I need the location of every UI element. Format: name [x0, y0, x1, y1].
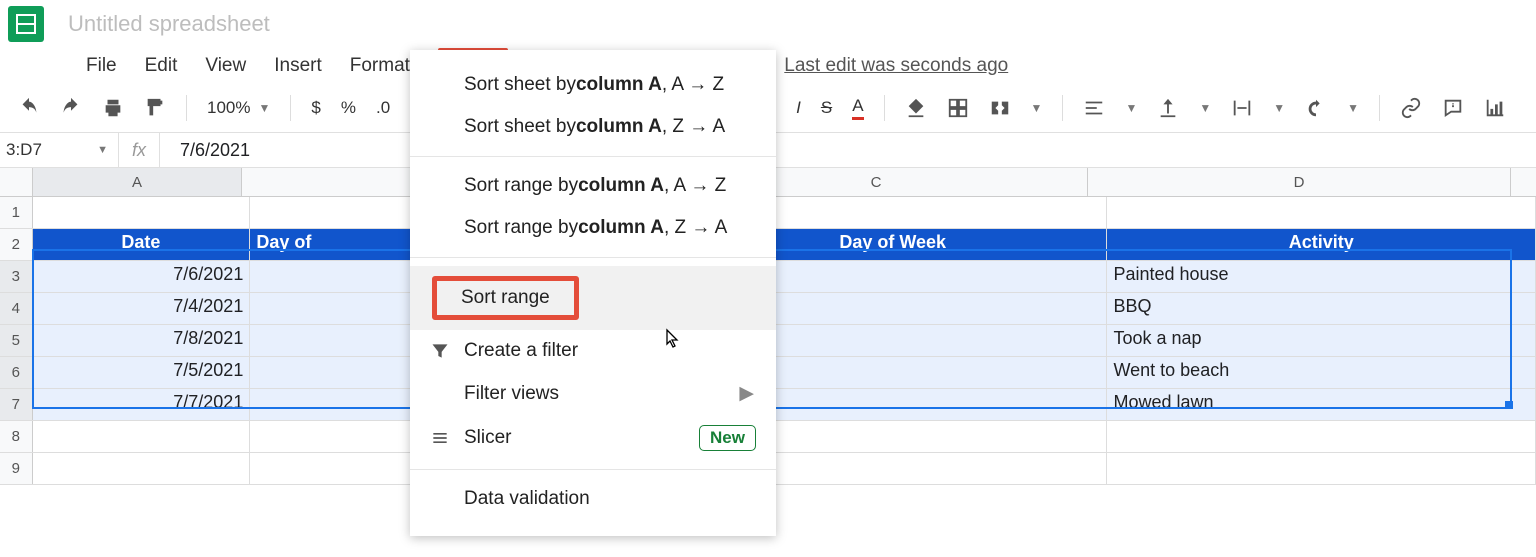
select-all-corner[interactable] — [0, 168, 33, 196]
cell-A8[interactable] — [33, 421, 251, 452]
chart-icon[interactable] — [1484, 97, 1506, 119]
merge-cells-icon[interactable] — [989, 97, 1011, 119]
strike-button[interactable]: S — [821, 98, 832, 118]
halign-icon[interactable] — [1083, 97, 1105, 119]
mouse-cursor-icon — [660, 328, 684, 354]
submenu-arrow-icon: ▶ — [739, 382, 754, 405]
slicer-icon — [430, 428, 450, 448]
selection-handle[interactable] — [1505, 401, 1513, 409]
col-header-A[interactable]: A — [33, 168, 242, 196]
row-header-8[interactable]: 8 — [0, 421, 33, 452]
cell-D9[interactable] — [1107, 453, 1536, 484]
menu-slicer[interactable]: Slicer New — [410, 415, 776, 461]
menu-sort-range-za[interactable]: Sort range by column A, Z → A — [410, 207, 776, 249]
menu-file[interactable]: File — [72, 49, 131, 83]
cell-D7[interactable]: Mowed lawn — [1107, 389, 1536, 420]
percent-format-button[interactable]: % — [341, 98, 356, 118]
wrap-icon[interactable] — [1231, 97, 1253, 119]
row-header-5[interactable]: 5 — [0, 325, 33, 356]
cell-D4[interactable]: BBQ — [1107, 293, 1536, 324]
italic-button[interactable]: I — [796, 98, 801, 118]
menu-create-filter[interactable]: Create a filter — [410, 330, 776, 372]
currency-format-button[interactable]: $ — [311, 98, 320, 118]
filter-icon — [430, 341, 450, 361]
cell-A7[interactable]: 7/7/2021 — [33, 389, 251, 420]
cell-A5[interactable]: 7/8/2021 — [33, 325, 251, 356]
row-header-9[interactable]: 9 — [0, 453, 33, 484]
cell-D6[interactable]: Went to beach — [1107, 357, 1536, 388]
row-header-1[interactable]: 1 — [0, 197, 33, 228]
redo-icon[interactable] — [60, 97, 82, 119]
cell-D3[interactable]: Painted house — [1107, 261, 1536, 292]
menu-filter-views[interactable]: Filter views ▶ — [410, 372, 776, 415]
zoom-selector[interactable]: 100%▼ — [207, 98, 270, 118]
cell-D2[interactable]: Activity — [1107, 229, 1536, 260]
fx-icon: fx — [118, 133, 160, 167]
menu-sort-range[interactable]: Sort range — [410, 266, 776, 330]
cell-A9[interactable] — [33, 453, 251, 484]
menu-sort-sheet-za[interactable]: Sort sheet by column A, Z → A — [410, 106, 776, 148]
last-edit-link[interactable]: Last edit was seconds ago — [784, 55, 1008, 77]
cell-A2[interactable]: Date — [33, 229, 251, 260]
borders-icon[interactable] — [947, 97, 969, 119]
fill-color-icon[interactable] — [905, 97, 927, 119]
cell-A3[interactable]: 7/6/2021 — [33, 261, 251, 292]
menu-insert[interactable]: Insert — [260, 49, 336, 83]
cell-D8[interactable] — [1107, 421, 1536, 452]
link-icon[interactable] — [1400, 97, 1422, 119]
menu-sort-sheet-az[interactable]: Sort sheet by column A, A → Z — [410, 64, 776, 106]
row-header-6[interactable]: 6 — [0, 357, 33, 388]
sheets-logo-icon — [8, 6, 44, 42]
row-header-7[interactable]: 7 — [0, 389, 33, 420]
doc-title[interactable]: Untitled spreadsheet — [68, 11, 270, 37]
print-icon[interactable] — [102, 97, 124, 119]
cell-D5[interactable]: Took a nap — [1107, 325, 1536, 356]
menu-edit[interactable]: Edit — [131, 49, 192, 83]
col-header-D[interactable]: D — [1088, 168, 1511, 196]
menu-sort-range-az[interactable]: Sort range by column A, A → Z — [410, 165, 776, 207]
data-menu-dropdown: Sort sheet by column A, A → Z Sort sheet… — [410, 50, 776, 536]
row-header-3[interactable]: 3 — [0, 261, 33, 292]
comment-icon[interactable] — [1442, 97, 1464, 119]
text-color-button[interactable]: A — [852, 96, 863, 120]
name-box[interactable]: 3:D7▼ — [0, 140, 118, 160]
menu-data-validation[interactable]: Data validation — [410, 478, 776, 520]
formula-bar[interactable]: 7/6/2021 — [160, 140, 250, 161]
decimal-format-button[interactable]: .0 — [376, 98, 390, 118]
row-header-2[interactable]: 2 — [0, 229, 33, 260]
undo-icon[interactable] — [18, 97, 40, 119]
cell-A6[interactable]: 7/5/2021 — [33, 357, 251, 388]
new-badge: New — [699, 425, 756, 451]
cell-A1[interactable] — [33, 197, 251, 228]
rotate-icon[interactable] — [1305, 97, 1327, 119]
valign-icon[interactable] — [1157, 97, 1179, 119]
cell-D1[interactable] — [1107, 197, 1536, 228]
row-header-4[interactable]: 4 — [0, 293, 33, 324]
cell-A4[interactable]: 7/4/2021 — [33, 293, 251, 324]
paint-format-icon[interactable] — [144, 97, 166, 119]
menu-view[interactable]: View — [191, 49, 260, 83]
